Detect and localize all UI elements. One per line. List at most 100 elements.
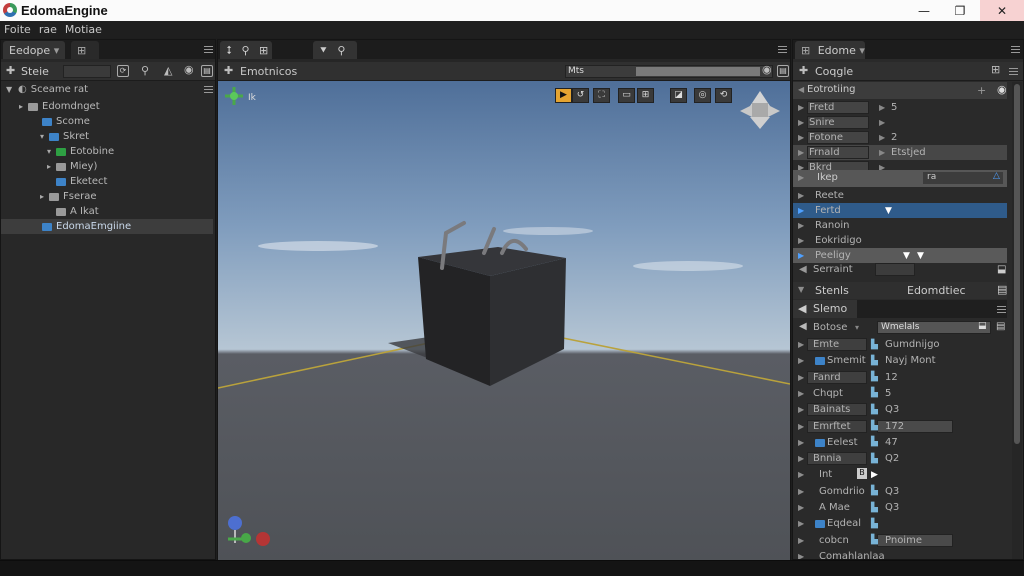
- orientation-gizmo[interactable]: [740, 91, 780, 129]
- asset-row[interactable]: ▶ Eelest ▙ 47: [793, 435, 1007, 450]
- menu-item-edit[interactable]: rae: [39, 23, 57, 36]
- asset-row[interactable]: ▶ Bnnia ▙ Q2: [793, 451, 1007, 466]
- options-icon[interactable]: ▤: [996, 321, 1005, 332]
- inspector-menu-icon[interactable]: [1009, 68, 1018, 75]
- tab-scene[interactable]: ⭥ ⚲ ⊞: [220, 41, 272, 59]
- expand-arrow-icon[interactable]: ▸: [19, 102, 28, 111]
- component-row[interactable]: ▶ Ranoin: [793, 218, 1007, 233]
- inspector-section1-header[interactable]: ◀ Eotrotiing + ◉: [793, 82, 1007, 99]
- cube-object[interactable]: [418, 221, 566, 386]
- expand-arrow-icon[interactable]: ▾: [40, 132, 49, 141]
- add-icon[interactable]: ✚: [6, 65, 15, 77]
- component-row[interactable]: ▶ Eokridigo: [793, 233, 1007, 248]
- maximize-button[interactable]: ❐: [938, 0, 982, 21]
- scene-section-header[interactable]: ◀ Slemo: [793, 300, 1007, 318]
- scrollbar-thumb[interactable]: [1014, 84, 1020, 444]
- eye-icon[interactable]: ◉: [997, 83, 1007, 96]
- expand-arrow-icon[interactable]: ▸: [47, 162, 56, 171]
- rect-tool-button[interactable]: ▭: [618, 88, 635, 103]
- inspector-scroll-row[interactable]: ◀ Serraint ⬓: [793, 262, 1007, 279]
- scene-search-field[interactable]: Mts: [565, 65, 773, 78]
- dropdown-arrow-icon[interactable]: ▼: [885, 206, 892, 216]
- scene-section-menu-icon[interactable]: [997, 306, 1006, 313]
- snap-tool-button[interactable]: ◪: [670, 88, 687, 103]
- asset-row[interactable]: ▶ Eqdeal ▙: [793, 516, 1007, 531]
- hierarchy-item[interactable]: Eketect: [1, 174, 213, 189]
- pivot-tool-button[interactable]: ◎: [694, 88, 711, 103]
- rotate-tool-button[interactable]: ↺: [572, 88, 589, 103]
- component-row[interactable]: ▶ Reete: [793, 188, 1007, 203]
- property-row[interactable]: ▶ Snire ▶: [793, 115, 1007, 130]
- search-icon[interactable]: ⚲: [141, 65, 149, 77]
- asset-row[interactable]: ▶ Bainats ▙ Q3: [793, 402, 1007, 417]
- menu-item-view[interactable]: Motiae: [65, 23, 102, 36]
- options-icon[interactable]: ▤: [201, 65, 213, 77]
- grid-settings-icon[interactable]: ⊞: [991, 64, 1000, 76]
- play-icon[interactable]: ▶: [871, 470, 878, 480]
- menu-item-file[interactable]: Foite: [4, 23, 31, 36]
- options-icon[interactable]: ▤: [997, 283, 1007, 296]
- tab-hierarchy[interactable]: Eedope ▾: [3, 41, 65, 59]
- refresh-icon[interactable]: ⟳: [117, 65, 129, 77]
- component-row[interactable]: ▶ Fertd ▼: [793, 203, 1007, 218]
- asset-row[interactable]: ▶ Int B ▶: [793, 467, 1007, 482]
- axis-gizmo[interactable]: [228, 516, 270, 546]
- move-axis-icon[interactable]: [225, 87, 243, 105]
- dropdown-arrow-icon[interactable]: ▼: [917, 251, 924, 261]
- filter-icon[interactable]: ◭: [164, 65, 172, 77]
- options-icon[interactable]: ▤: [777, 65, 789, 77]
- tab-hierarchy-secondary[interactable]: ⊞: [71, 41, 99, 59]
- asset-row[interactable]: ▶ Gomdriio ▙ Q3: [793, 484, 1007, 499]
- hierarchy-item[interactable]: ▸ Miey): [1, 159, 213, 174]
- view-tool-button[interactable]: ⟲: [715, 88, 732, 103]
- panel-menu-icon[interactable]: [1011, 46, 1020, 53]
- gear-icon[interactable]: +: [977, 84, 986, 97]
- chevron-down-icon[interactable]: ▼: [6, 85, 15, 94]
- scroll-field[interactable]: [875, 263, 915, 276]
- asset-row[interactable]: ▶ Emte ▙ Gumdnijgo: [793, 337, 1007, 352]
- hierarchy-item[interactable]: ▾ Skret: [1, 129, 213, 144]
- hierarchy-search-field[interactable]: [63, 65, 111, 78]
- lock-tool-button[interactable]: ⛶: [593, 88, 610, 103]
- tab-inspector[interactable]: ⊞ Edome ▾: [795, 41, 865, 59]
- component-row[interactable]: ▶ Peeligy ▼ ▼: [793, 248, 1007, 263]
- sort-icon[interactable]: ◀: [799, 321, 807, 332]
- expand-arrow-icon[interactable]: ▸: [40, 192, 49, 201]
- eye-icon[interactable]: ◉: [762, 64, 772, 76]
- asset-row[interactable]: ▶ Emrftet ▙ 172: [793, 419, 1007, 434]
- root-menu-icon[interactable]: [204, 86, 213, 93]
- hierarchy-item[interactable]: ▸ Fserae: [1, 189, 213, 204]
- asset-row[interactable]: ▶ Chqpt ▙ 5: [793, 386, 1007, 401]
- asset-row[interactable]: ▶ A Mae ▙ Q3: [793, 500, 1007, 515]
- eye-icon[interactable]: ◉: [184, 64, 194, 76]
- tab-game[interactable]: ⯆ ⚲: [313, 41, 357, 59]
- panel-menu-icon[interactable]: [778, 46, 787, 53]
- select-tool-button[interactable]: ▶: [555, 88, 572, 103]
- inspector-subsection-header[interactable]: ▶ Ikep rа △: [793, 170, 1007, 187]
- lock-icon[interactable]: ⬓: [997, 264, 1006, 275]
- hierarchy-root[interactable]: ▼ ◐ Sceame rat: [1, 82, 213, 97]
- property-row[interactable]: ▶ Fotone ▶ 2: [793, 130, 1007, 145]
- hierarchy-item[interactable]: ▸ Edomdnget: [1, 99, 213, 114]
- close-button[interactable]: ✕: [980, 0, 1024, 21]
- property-row[interactable]: ▶ Frnald ▶ Etstjed: [793, 145, 1007, 160]
- hierarchy-item[interactable]: ▾ Eotobine: [1, 144, 213, 159]
- asset-row[interactable]: ▶ cobcn ▙ Pnoime: [793, 533, 1007, 548]
- scene-viewport[interactable]: Ik ▶ ↺ ⛶ ▭ ⊞ ◪ ◎ ⟲: [218, 81, 790, 560]
- asset-row[interactable]: ▶ Smemit ▙ Nayj Mont: [793, 353, 1007, 368]
- inspector-scrollbar[interactable]: [1012, 82, 1022, 559]
- add-icon[interactable]: ✚: [799, 65, 808, 77]
- asset-row[interactable]: ▶ Comahlanlaa: [793, 549, 1007, 559]
- expand-arrow-icon[interactable]: ▾: [47, 147, 56, 156]
- filter-field[interactable]: Wmelals ⬓: [877, 321, 991, 334]
- scene-section-tab[interactable]: ◀ Slemo: [793, 300, 857, 318]
- hierarchy-item[interactable]: A Ikat: [1, 204, 213, 219]
- dropdown-arrow-icon[interactable]: ▼: [903, 251, 910, 261]
- hierarchy-item[interactable]: Scome: [1, 114, 213, 129]
- panel-menu-icon[interactable]: [204, 46, 213, 53]
- asset-row[interactable]: ▶ Fanrd ▙ 12: [793, 370, 1007, 385]
- inspector-section2-header[interactable]: ▼ Stenls Edomdtiec ▤: [793, 282, 1007, 299]
- add-icon[interactable]: ✚: [224, 65, 233, 77]
- property-row[interactable]: ▶ Fretd ▶ 5: [793, 100, 1007, 115]
- subsection-field[interactable]: rа △: [923, 171, 1003, 184]
